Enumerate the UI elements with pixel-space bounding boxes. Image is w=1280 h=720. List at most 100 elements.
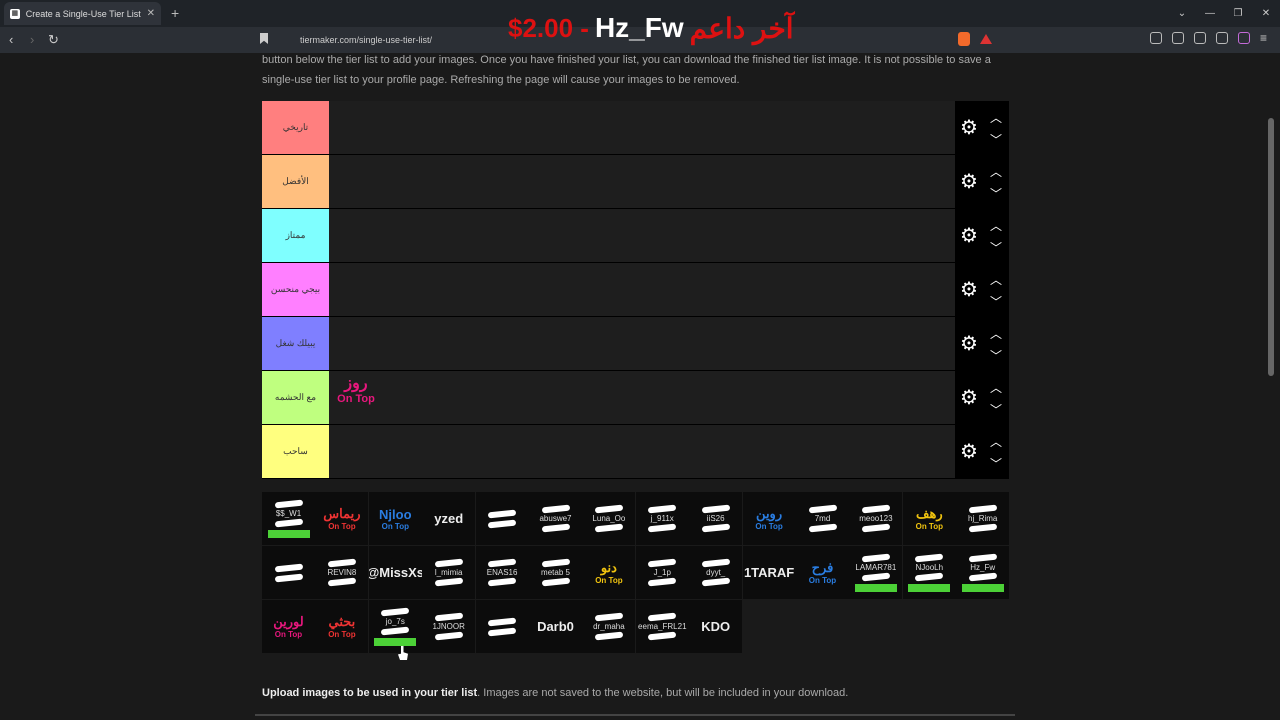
close-window-icon[interactable]: ✕ [1252,0,1280,27]
new-tab-button[interactable]: + [171,5,179,21]
overlay-name: Hz_Fw [594,12,684,43]
chevron-up-icon[interactable]: ︿ [990,379,1002,396]
gear-icon[interactable]: ⚙ [960,172,978,192]
extensions-icon[interactable] [1194,32,1206,44]
wallet-icon[interactable] [1172,32,1184,44]
pool-image[interactable]: abuswe7 [529,492,582,545]
close-tab-icon[interactable]: ✕ [147,8,155,19]
chevron-up-icon[interactable]: ︿ [990,325,1002,342]
gear-icon[interactable]: ⚙ [960,442,978,462]
tier-drop-zone[interactable] [329,425,955,478]
pool-image[interactable]: Luna_Oo [582,492,636,545]
chevron-up-icon[interactable]: ︿ [990,163,1002,180]
pool-image[interactable]: hj_Rima [956,492,1010,545]
tier-label[interactable]: مع الحشمه [262,371,329,424]
gear-icon[interactable]: ⚙ [960,334,978,354]
pool-image[interactable]: yzed [422,492,476,545]
pool-image[interactable]: KDO [689,600,743,653]
tier-drop-zone[interactable]: روز On Top [329,371,955,424]
pool-image[interactable]: iiS26 [689,492,743,545]
pool-image[interactable]: NJooLh [902,546,956,599]
pool-image[interactable]: j_911x [635,492,689,545]
scrollbar[interactable] [1268,118,1274,376]
pool-image[interactable]: J_1p [635,546,689,599]
chevron-up-icon[interactable]: ︿ [990,433,1002,450]
pool-image[interactable]: Njloo On Top [368,492,422,545]
pool-image[interactable]: @MissXs [368,546,422,599]
pool-image-label: meoo123 [859,514,893,523]
chevron-up-icon[interactable]: ︿ [990,217,1002,234]
pool-image[interactable]: dyyt_ [689,546,743,599]
pool-image[interactable]: فرح On Top [796,546,849,599]
tier-image[interactable]: روز On Top [333,375,379,421]
back-icon[interactable]: ‹ [9,32,13,47]
tier-label[interactable]: تاريخي [262,101,329,154]
pool-image[interactable]: dr_maha [582,600,636,653]
pool-image[interactable]: meoo123 [849,492,903,545]
pool-image[interactable]: لورين On Top [262,600,315,653]
chevron-up-icon[interactable]: ︿ [990,271,1002,288]
chevron-up-icon[interactable]: ︿ [990,109,1002,126]
pool-image[interactable]: ENAS16 [475,546,529,599]
gear-icon[interactable]: ⚙ [960,388,978,408]
tier-label[interactable]: ممتاز [262,209,329,262]
pool-image-ontop: On Top [915,522,943,531]
bookmark-icon[interactable] [260,33,268,44]
sidebar-icon[interactable] [1150,32,1162,44]
overlay-label: آخر داعم [689,12,794,44]
pool-image[interactable]: 1JNOOR [422,600,476,653]
tier-label[interactable]: بيجي منحسن [262,263,329,316]
pool-image[interactable]: روين On Top [742,492,796,545]
pool-image[interactable]: LAMAR781 [849,546,903,599]
brave-rewards-icon[interactable] [980,34,992,44]
tier-label[interactable]: الأفضل [262,155,329,208]
pool-image-label: رهف [916,506,943,521]
pool-image[interactable]: بحثي On Top [315,600,369,653]
tier-drop-zone[interactable] [329,155,955,208]
intro-text: button below the tier list to add your i… [262,50,1002,90]
tier-drop-zone[interactable] [329,317,955,370]
pool-image[interactable]: رهف On Top [902,492,956,545]
pool-image[interactable]: $$_W1 [262,492,315,545]
pool-image[interactable]: ريماس On Top [315,492,369,545]
pool-image[interactable]: metab 5 [529,546,582,599]
pool-image[interactable]: دنو On Top [582,546,636,599]
browser-tab[interactable]: ▦ Create a Single-Use Tier List (Pri ✕ [4,2,161,25]
tab-list-chevron-icon[interactable]: ⌄ [1168,0,1196,27]
minimize-icon[interactable]: — [1196,0,1224,27]
chevron-down-icon[interactable]: ﹀ [990,185,1002,202]
gear-icon[interactable]: ⚙ [960,226,978,246]
chevron-down-icon[interactable]: ﹀ [990,131,1002,148]
chevron-down-icon[interactable]: ﹀ [990,347,1002,364]
forward-icon[interactable]: › [30,32,34,47]
pool-image[interactable]: Darb0 [529,600,582,653]
tier-drop-zone[interactable] [329,209,955,262]
chevron-down-icon[interactable]: ﹀ [990,401,1002,418]
reload-icon[interactable]: ↻ [48,32,59,48]
chevron-down-icon[interactable]: ﹀ [990,455,1002,472]
pool-image[interactable]: 1TARAF [742,546,796,599]
tier-drop-zone[interactable] [329,263,955,316]
brave-shield-icon[interactable] [958,32,970,46]
menu-icon[interactable]: ≡ [1260,32,1272,44]
gear-icon[interactable]: ⚙ [960,118,978,138]
chevron-down-icon[interactable]: ﹀ [990,293,1002,310]
pool-image-label: dr_maha [593,622,625,631]
chevron-down-icon[interactable]: ﹀ [990,239,1002,256]
pool-image[interactable]: eema_FRL21 [635,600,689,653]
pool-image[interactable]: REVIN8 [315,546,369,599]
pool-image[interactable]: 7md [796,492,849,545]
leo-icon[interactable] [1238,32,1250,44]
tier-label[interactable]: يبيلك شغل [262,317,329,370]
pool-image[interactable] [475,600,529,653]
pool-image[interactable] [262,546,315,599]
gear-icon[interactable]: ⚙ [960,280,978,300]
tier-drop-zone[interactable] [329,101,955,154]
tier-label[interactable]: ساحب [262,425,329,478]
maximize-icon[interactable]: ❐ [1224,0,1252,27]
pool-image[interactable]: Hz_Fw [956,546,1010,599]
pool-image[interactable]: jo_7s [368,600,422,653]
pool-image[interactable] [475,492,529,545]
pool-image[interactable]: l_mimia [422,546,476,599]
vpn-icon[interactable] [1216,32,1228,44]
